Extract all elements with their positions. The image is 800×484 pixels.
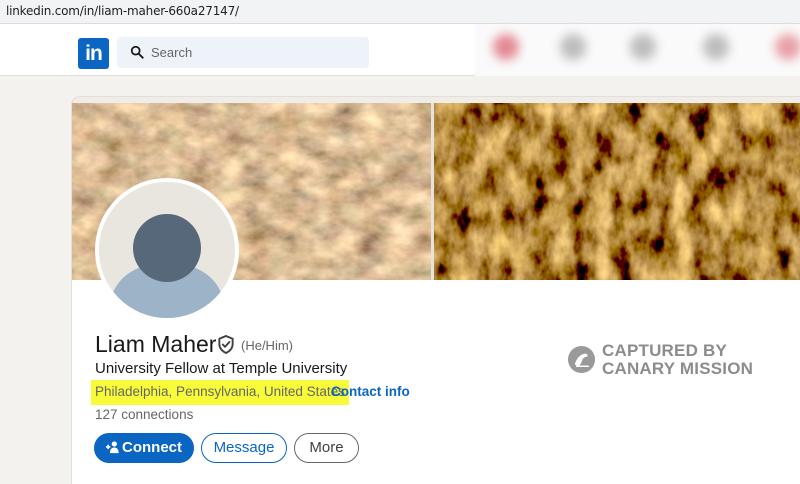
watermark-line-2: CANARY MISSION [602, 359, 754, 378]
verified-shield-icon[interactable] [217, 335, 235, 354]
connect-button[interactable]: Connect [94, 433, 194, 463]
blurred-nav-icons [475, 24, 800, 76]
watermark-text: CAPTURED BY CANARY MISSION [602, 342, 753, 378]
search-input[interactable]: Search [117, 37, 369, 68]
top-navbar: in Search [0, 24, 800, 76]
more-button[interactable]: More [294, 433, 359, 463]
profile-location: Philadelphia, Pennsylvania, United State… [91, 380, 349, 405]
profile-avatar[interactable] [95, 178, 239, 322]
default-person-icon [99, 182, 235, 318]
profile-name: Liam Maher [95, 331, 217, 357]
contact-info-link[interactable]: Contact info [331, 384, 410, 399]
profile-pronouns: (He/Him) [241, 338, 293, 353]
search-placeholder: Search [151, 45, 193, 60]
message-button[interactable]: Message [201, 433, 287, 463]
profile-headline: University Fellow at Temple University [95, 360, 348, 377]
watermark-line-1: CAPTURED BY [602, 341, 727, 360]
browser-address-bar[interactable]: linkedin.com/in/liam-maher-660a27147/ [0, 0, 800, 24]
canary-mission-logo [567, 345, 596, 374]
separator-dot: · [323, 384, 328, 399]
linkedin-logo[interactable]: in [78, 38, 109, 69]
address-url[interactable]: linkedin.com/in/liam-maher-660a27147/ [6, 4, 239, 18]
search-icon [130, 45, 144, 59]
connect-label: Connect [122, 439, 182, 456]
connections-count[interactable]: 127 connections [95, 407, 193, 422]
add-person-icon [106, 441, 119, 454]
